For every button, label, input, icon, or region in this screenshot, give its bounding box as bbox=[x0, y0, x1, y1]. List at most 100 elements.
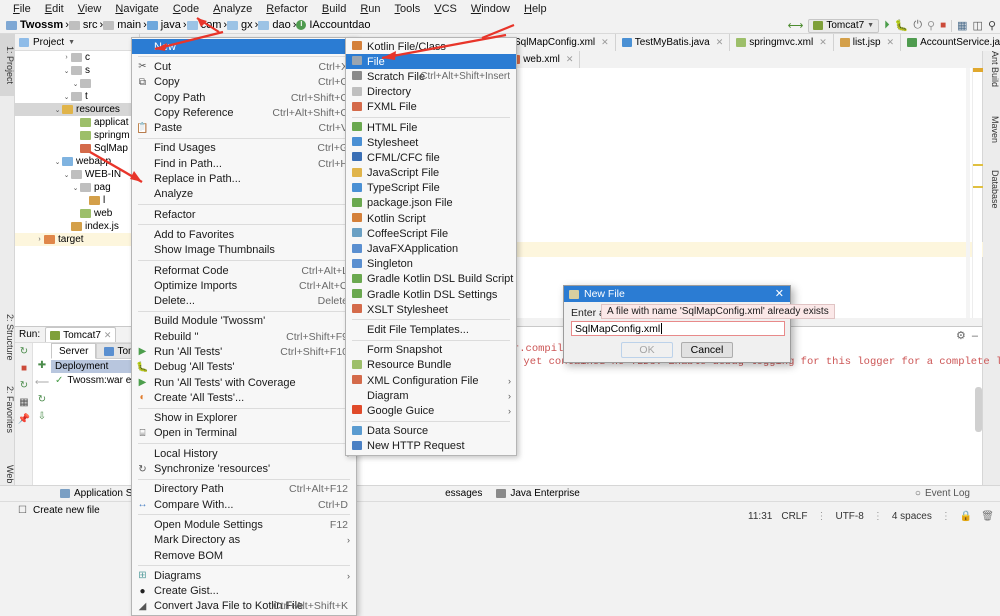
editor-tab-accountservice-java[interactable]: AccountService.java✕ bbox=[901, 34, 1000, 51]
context-menu-item-refactor[interactable]: Refactor› bbox=[132, 207, 356, 222]
context-menu-item-diagrams[interactable]: ⊞ Diagrams › bbox=[132, 568, 356, 583]
context-menu-item-open-module-settings[interactable]: Open Module Settings F12 bbox=[132, 517, 356, 532]
new-menu-item-singleton[interactable]: Singleton bbox=[346, 257, 516, 272]
new-menu-item-form-snapshot[interactable]: Form Snapshot bbox=[346, 343, 516, 358]
lock-icon[interactable]: 🔒 bbox=[960, 511, 972, 522]
menu-item-tools[interactable]: Tools bbox=[388, 2, 428, 16]
error-stripe-mark[interactable] bbox=[973, 186, 983, 188]
close-icon[interactable]: ✕ bbox=[104, 330, 112, 341]
status-line-separator[interactable]: CRLF bbox=[781, 511, 807, 522]
new-menu-item-diagram[interactable]: Diagram › bbox=[346, 388, 516, 403]
context-menu-item-delete[interactable]: Delete... Delete bbox=[132, 293, 356, 308]
chevron-icon[interactable]: › bbox=[62, 54, 71, 61]
new-menu-item-stylesheet[interactable]: Stylesheet bbox=[346, 135, 516, 150]
breadcrumb-item-main[interactable]: main bbox=[103, 19, 141, 31]
chevron-down-icon[interactable]: ▼ bbox=[68, 39, 75, 46]
context-menu-item-open-in-terminal[interactable]: ⌸ Open in Terminal bbox=[132, 426, 356, 441]
menu-item-navigate[interactable]: Navigate bbox=[108, 2, 165, 16]
search-everywhere-icon[interactable]: ⚲ bbox=[988, 19, 996, 32]
context-menu-item-analyze[interactable]: Analyze› bbox=[132, 187, 356, 202]
artifact-row[interactable]: ✓ Twossm:war ex bbox=[55, 375, 136, 386]
context-menu-item-paste[interactable]: 📋 Paste Ctrl+V bbox=[132, 120, 356, 135]
context-menu[interactable]: New› ✂CutCtrl+X⧉CopyCtrl+CCopy PathCtrl+S… bbox=[131, 37, 357, 616]
breadcrumb-item-com[interactable]: com bbox=[186, 19, 221, 31]
breadcrumb-item-java[interactable]: java bbox=[146, 19, 181, 31]
menu-item-code[interactable]: Code bbox=[166, 2, 206, 16]
breadcrumb-item-iaccountdao[interactable]: I IAccountdao bbox=[296, 19, 371, 31]
context-menu-item-show-image-thumbnails[interactable]: Show Image Thumbnails bbox=[132, 243, 356, 258]
tree-node-t[interactable]: ⌄ t bbox=[15, 90, 139, 103]
new-menu-item-new-http-request[interactable]: New HTTP Request bbox=[346, 439, 516, 454]
add-artifact-icon[interactable]: ✚ bbox=[33, 357, 51, 374]
status-indent[interactable]: 4 spaces bbox=[892, 511, 932, 522]
chevron-icon[interactable]: ⌄ bbox=[62, 171, 71, 179]
remove-artifact-icon[interactable]: ⟵ bbox=[33, 374, 51, 391]
menu-item-view[interactable]: View bbox=[71, 2, 109, 16]
new-menu-item-xslt-stylesheet[interactable]: XSLT Stylesheet bbox=[346, 302, 516, 317]
minimize-icon[interactable]: ‒ bbox=[972, 330, 978, 342]
context-menu-item-rebuild-default[interactable]: Rebuild '' Ctrl+Shift+F9 bbox=[132, 329, 356, 344]
error-stripe-mark[interactable] bbox=[973, 164, 983, 166]
new-menu-item-scratch-file[interactable]: Scratch File Ctrl+Alt+Shift+Insert bbox=[346, 69, 516, 84]
menu-item-analyze[interactable]: Analyze bbox=[206, 2, 259, 16]
tab-java-enterprise[interactable]: Java Enterprise bbox=[496, 488, 580, 499]
close-icon[interactable]: ✕ bbox=[716, 37, 724, 48]
context-menu-item-directory-path[interactable]: Directory Path Ctrl+Alt+F12 bbox=[132, 482, 356, 497]
status-encoding[interactable]: UTF-8 bbox=[835, 511, 863, 522]
new-menu-item-gradle-kotlin-dsl-settings[interactable]: Gradle Kotlin DSL Settings bbox=[346, 287, 516, 302]
close-icon[interactable]: ✕ bbox=[775, 287, 784, 300]
tree-node-springm[interactable]: springm bbox=[15, 129, 139, 142]
print-icon[interactable]: ▦ bbox=[15, 394, 33, 411]
tree-node-web[interactable]: web bbox=[15, 207, 139, 220]
search-run-icon[interactable]: ⚲ bbox=[927, 19, 935, 32]
layout-icon[interactable]: ◫ bbox=[973, 19, 983, 32]
tree-node-c[interactable]: › c bbox=[15, 51, 139, 64]
sidebar-item-favorites[interactable]: 2: Favorites bbox=[0, 374, 15, 446]
new-menu-item-html-file[interactable]: HTML File bbox=[346, 120, 516, 135]
run-config-tab[interactable]: Tomcat7 ✕ bbox=[45, 327, 117, 342]
new-menu-item-package-json-file[interactable]: package.json File bbox=[346, 196, 516, 211]
sidebar-item-database[interactable]: Database bbox=[982, 160, 1000, 218]
new-menu-item-javafxapplication[interactable]: JavaFXApplication bbox=[346, 241, 516, 256]
context-menu-item-debug-all-tests[interactable]: 🐛 Debug 'All Tests' bbox=[132, 360, 356, 375]
chevron-icon[interactable]: ⌄ bbox=[53, 158, 62, 166]
settings-icon[interactable]: ⚙ bbox=[956, 329, 966, 342]
new-menu-item-coffeescript-file[interactable]: CoffeeScript File bbox=[346, 226, 516, 241]
context-menu-item-copy-reference[interactable]: Copy Reference Ctrl+Alt+Shift+C bbox=[132, 105, 356, 120]
context-menu-item-create-gist[interactable]: ● Create Gist... bbox=[132, 584, 356, 599]
update-icon[interactable]: ↻ bbox=[33, 391, 51, 408]
context-menu-item-compare-with[interactable]: ↔ Compare With... Ctrl+D bbox=[132, 497, 356, 512]
editor-tab-list-jsp[interactable]: list.jsp ✕ bbox=[833, 34, 902, 51]
run-configuration-selector[interactable]: Tomcat7 ▼ bbox=[808, 18, 880, 33]
stop-icon[interactable]: ■ bbox=[940, 20, 946, 31]
context-menu-item-cut[interactable]: ✂ Cut Ctrl+X bbox=[132, 59, 356, 74]
new-menu-item-edit-file-templates[interactable]: Edit File Templates... bbox=[346, 322, 516, 337]
restart-icon[interactable]: ↻ bbox=[15, 377, 33, 394]
run-icon[interactable]: ⏵ bbox=[884, 19, 890, 32]
debug-icon[interactable]: 🐛 bbox=[895, 19, 909, 32]
context-menu-item-add-to-favorites[interactable]: Add to Favorites› bbox=[132, 227, 356, 242]
chevron-icon[interactable]: ⌄ bbox=[71, 80, 80, 88]
new-menu-item-cfml-cfc-file[interactable]: CFML/CFC file bbox=[346, 150, 516, 165]
editor-tab-springmvc-xml[interactable]: springmvc.xml ✕ bbox=[730, 34, 834, 51]
context-menu-item-run-all-tests[interactable]: ▶ Run 'All Tests' Ctrl+Shift+F10 bbox=[132, 344, 356, 359]
context-menu-item-show-in-explorer[interactable]: Show in Explorer bbox=[132, 411, 356, 426]
context-menu-item-copy-path[interactable]: Copy Path Ctrl+Shift+C bbox=[132, 90, 356, 105]
close-icon[interactable]: ✕ bbox=[819, 37, 827, 48]
sidebar-item-project[interactable]: 1: Project bbox=[0, 34, 15, 96]
tree-node-web-in[interactable]: ⌄ WEB-IN bbox=[15, 168, 139, 181]
context-menu-item-run-all-tests-with-coverage[interactable]: ▶ Run 'All Tests' with Coverage bbox=[132, 375, 356, 390]
menu-item-refactor[interactable]: Refactor bbox=[259, 2, 315, 16]
context-menu-item-optimize-imports[interactable]: Optimize Imports Ctrl+Alt+O bbox=[132, 278, 356, 293]
sidebar-item-maven[interactable]: Maven bbox=[982, 104, 1000, 156]
new-menu-item-data-source[interactable]: Data Source bbox=[346, 424, 516, 439]
new-submenu[interactable]: Kotlin File/Class File Scratch File Ctrl+Al… bbox=[345, 37, 517, 456]
hammer-icon[interactable]: ⟷ bbox=[788, 19, 804, 32]
close-icon[interactable]: ✕ bbox=[601, 37, 609, 48]
tree-node-l[interactable]: l bbox=[15, 194, 139, 207]
file-name-input[interactable]: SqlMapConfig.xml bbox=[571, 321, 785, 336]
context-menu-item-replace-in-path[interactable]: Replace in Path... bbox=[132, 171, 356, 186]
context-menu-item-copy[interactable]: ⧉ Copy Ctrl+C bbox=[132, 75, 356, 90]
context-menu-item-new[interactable]: New› bbox=[132, 39, 356, 55]
tree-node-webapp[interactable]: ⌄ webapp bbox=[15, 155, 139, 168]
